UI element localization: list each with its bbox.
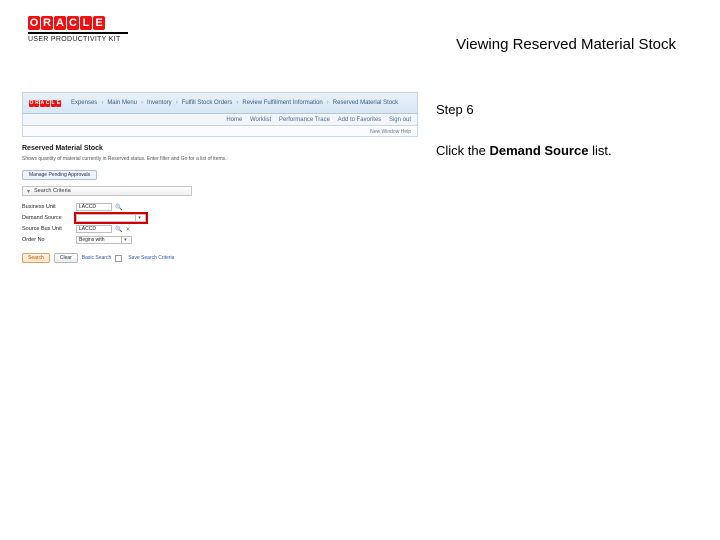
section-desc: Shows quantity of material currently in …: [22, 156, 418, 162]
breadcrumb-item[interactable]: Inventory: [147, 100, 172, 106]
search-criteria-accordion[interactable]: ▾ Search Criteria: [22, 186, 192, 196]
order-no-operator[interactable]: Begins with▾: [76, 236, 132, 244]
sublink-worklist[interactable]: Worklist: [250, 117, 271, 123]
breadcrumb-item[interactable]: Expenses: [71, 100, 97, 106]
embedded-app-screenshot: ORACLE Expenses› Main Menu› Inventory› F…: [22, 92, 418, 520]
sublink-home[interactable]: Home: [226, 117, 242, 123]
chevron-down-icon: ▾: [121, 236, 129, 244]
business-unit-field[interactable]: LACCD: [76, 203, 112, 211]
step-instruction: Click the Demand Source list.: [436, 143, 700, 160]
save-search-link[interactable]: Save Search Criteria: [128, 255, 174, 261]
page-title: Viewing Reserved Material Stock: [456, 36, 676, 53]
basic-search-link[interactable]: Basic Search: [82, 255, 111, 261]
logo-letter: E: [93, 16, 105, 30]
upk-subtitle: USER PRODUCTIVITY KIT: [28, 36, 121, 43]
chevron-down-icon: ▾: [135, 214, 143, 222]
accordion-label: Search Criteria: [34, 188, 71, 194]
label-business-unit: Business Unit: [22, 204, 76, 210]
breadcrumb-item[interactable]: Main Menu: [107, 100, 137, 106]
instruction-bold: Demand Source: [489, 143, 588, 158]
sublink-fav[interactable]: Add to Favorites: [338, 117, 382, 123]
search-form: Business Unit LACCD 🔍 Demand Source ▾ So…: [22, 202, 418, 245]
breadcrumb-item[interactable]: Reserved Material Stock: [333, 100, 398, 106]
chevron-down-icon: ▾: [27, 188, 30, 195]
instruction-prefix: Click the: [436, 143, 489, 158]
search-actions: Search Clear Basic Search Save Search Cr…: [22, 253, 418, 263]
sublink-perf[interactable]: Performance Trace: [279, 117, 330, 123]
window-helper-text[interactable]: New Window Help: [370, 129, 411, 135]
logo-letter: C: [67, 16, 79, 30]
label-source-bus-unit: Source Bus Unit: [22, 226, 76, 232]
app-window-links: New Window Help: [22, 127, 418, 137]
lookup-icon[interactable]: 🔍: [115, 226, 122, 233]
section-title: Reserved Material Stock: [22, 145, 418, 152]
app-breadcrumb-bar: ORACLE Expenses› Main Menu› Inventory› F…: [22, 92, 418, 114]
manage-pending-approvals-button[interactable]: Manage Pending Approvals: [22, 170, 97, 180]
mini-oracle-logo: ORACLE: [29, 100, 61, 107]
source-bus-unit-field[interactable]: LACCD: [76, 225, 112, 233]
clear-icon[interactable]: ✕: [125, 226, 130, 233]
logo-letter: R: [41, 16, 53, 30]
search-button[interactable]: Search: [22, 253, 50, 263]
logo-divider: [28, 32, 128, 34]
app-sublink-bar: Home Worklist Performance Trace Add to F…: [22, 114, 418, 126]
label-order-no: Order No: [22, 237, 76, 243]
instruction-panel: Step 6 Click the Demand Source list.: [418, 92, 700, 520]
lookup-icon[interactable]: 🔍: [115, 204, 122, 211]
label-demand-source: Demand Source: [22, 215, 76, 221]
sublink-signout[interactable]: Sign out: [389, 117, 411, 123]
breadcrumb-item[interactable]: Fulfill Stock Orders: [182, 100, 233, 106]
breadcrumb: Expenses› Main Menu› Inventory› Fulfill …: [71, 100, 398, 106]
instruction-suffix: list.: [588, 143, 611, 158]
step-label: Step 6: [436, 102, 700, 117]
oracle-wordmark: O R A C L E: [28, 16, 105, 30]
save-criteria-checkbox[interactable]: [115, 255, 122, 262]
logo-letter: L: [80, 16, 92, 30]
clear-button[interactable]: Clear: [54, 253, 78, 263]
logo-letter: A: [54, 16, 66, 30]
demand-source-dropdown[interactable]: ▾: [76, 214, 146, 222]
breadcrumb-item[interactable]: Review Fulfillment Information: [242, 100, 322, 106]
logo-letter: O: [28, 16, 40, 30]
